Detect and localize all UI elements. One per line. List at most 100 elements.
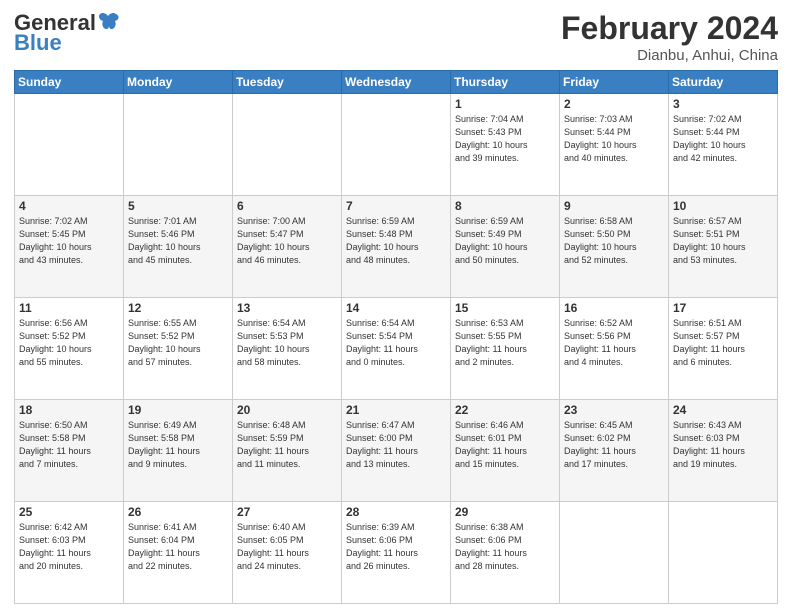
calendar-cell-2-2: 13 Sunrise: 6:54 AM Sunset: 5:53 PM Dayli…: [233, 298, 342, 400]
calendar-cell-1-5: 9 Sunrise: 6:58 AM Sunset: 5:50 PM Daylig…: [560, 196, 669, 298]
calendar-table: Sunday Monday Tuesday Wednesday Thursday…: [14, 70, 778, 604]
day-number: 10: [673, 199, 773, 213]
month-year: February 2024: [561, 10, 778, 47]
day-info: Sunrise: 6:54 AM Sunset: 5:53 PM Dayligh…: [237, 317, 337, 369]
day-info: Sunrise: 6:47 AM Sunset: 6:00 PM Dayligh…: [346, 419, 446, 471]
col-tuesday: Tuesday: [233, 71, 342, 94]
col-thursday: Thursday: [451, 71, 560, 94]
day-info: Sunrise: 7:02 AM Sunset: 5:45 PM Dayligh…: [19, 215, 119, 267]
calendar-cell-0-5: 2Sunrise: 7:03 AM Sunset: 5:44 PM Daylig…: [560, 94, 669, 196]
calendar-cell-4-2: 27 Sunrise: 6:40 AM Sunset: 6:05 PM Dayli…: [233, 502, 342, 604]
calendar-cell-2-4: 15 Sunrise: 6:53 AM Sunset: 5:55 PM Dayli…: [451, 298, 560, 400]
day-info: Sunrise: 6:52 AM Sunset: 5:56 PM Dayligh…: [564, 317, 664, 369]
day-number: 21: [346, 403, 446, 417]
day-number: 22: [455, 403, 555, 417]
day-info: Sunrise: 7:00 AM Sunset: 5:47 PM Dayligh…: [237, 215, 337, 267]
day-info: Sunrise: 6:58 AM Sunset: 5:50 PM Dayligh…: [564, 215, 664, 267]
calendar-cell-2-6: 17 Sunrise: 6:51 AM Sunset: 5:57 PM Dayli…: [669, 298, 778, 400]
day-info: Sunrise: 6:43 AM Sunset: 6:03 PM Dayligh…: [673, 419, 773, 471]
day-number: 16: [564, 301, 664, 315]
calendar-cell-1-1: 5Sunrise: 7:01 AM Sunset: 5:46 PM Daylig…: [124, 196, 233, 298]
calendar-cell-3-1: 19 Sunrise: 6:49 AM Sunset: 5:58 PM Dayli…: [124, 400, 233, 502]
calendar-cell-3-5: 23 Sunrise: 6:45 AM Sunset: 6:02 PM Dayli…: [560, 400, 669, 502]
day-info: Sunrise: 6:57 AM Sunset: 5:51 PM Dayligh…: [673, 215, 773, 267]
calendar-cell-3-3: 21 Sunrise: 6:47 AM Sunset: 6:00 PM Dayli…: [342, 400, 451, 502]
day-number: 4: [19, 199, 119, 213]
day-info: Sunrise: 6:46 AM Sunset: 6:01 PM Dayligh…: [455, 419, 555, 471]
day-info: Sunrise: 6:40 AM Sunset: 6:05 PM Dayligh…: [237, 521, 337, 573]
calendar-cell-0-1: [124, 94, 233, 196]
calendar-cell-2-1: 12Sunrise: 6:55 AM Sunset: 5:52 PM Dayli…: [124, 298, 233, 400]
calendar-header-row: Sunday Monday Tuesday Wednesday Thursday…: [15, 71, 778, 94]
day-number: 23: [564, 403, 664, 417]
day-info: Sunrise: 6:48 AM Sunset: 5:59 PM Dayligh…: [237, 419, 337, 471]
calendar-week-4: 25 Sunrise: 6:42 AM Sunset: 6:03 PM Dayli…: [15, 502, 778, 604]
day-info: Sunrise: 6:45 AM Sunset: 6:02 PM Dayligh…: [564, 419, 664, 471]
day-number: 9: [564, 199, 664, 213]
calendar-cell-4-4: 29 Sunrise: 6:38 AM Sunset: 6:06 PM Dayli…: [451, 502, 560, 604]
day-number: 19: [128, 403, 228, 417]
calendar-cell-0-3: [342, 94, 451, 196]
logo: General Blue: [14, 10, 120, 56]
day-number: 8: [455, 199, 555, 213]
day-info: Sunrise: 6:50 AM Sunset: 5:58 PM Dayligh…: [19, 419, 119, 471]
day-info: Sunrise: 6:53 AM Sunset: 5:55 PM Dayligh…: [455, 317, 555, 369]
day-number: 27: [237, 505, 337, 519]
day-number: 29: [455, 505, 555, 519]
day-number: 17: [673, 301, 773, 315]
day-number: 1: [455, 97, 555, 111]
calendar-cell-4-3: 28 Sunrise: 6:39 AM Sunset: 6:06 PM Dayli…: [342, 502, 451, 604]
day-info: Sunrise: 6:49 AM Sunset: 5:58 PM Dayligh…: [128, 419, 228, 471]
day-info: Sunrise: 6:51 AM Sunset: 5:57 PM Dayligh…: [673, 317, 773, 369]
day-number: 7: [346, 199, 446, 213]
calendar-cell-1-2: 6 Sunrise: 7:00 AM Sunset: 5:47 PM Daylig…: [233, 196, 342, 298]
header: General Blue February 2024 Dianbu, Anhui…: [14, 10, 778, 64]
page: General Blue February 2024 Dianbu, Anhui…: [0, 0, 792, 612]
title-block: February 2024 Dianbu, Anhui, China: [561, 10, 778, 64]
calendar-week-0: 1 Sunrise: 7:04 AM Sunset: 5:43 PM Daylig…: [15, 94, 778, 196]
day-info: Sunrise: 6:59 AM Sunset: 5:49 PM Dayligh…: [455, 215, 555, 267]
day-number: 26: [128, 505, 228, 519]
calendar-cell-1-6: 10 Sunrise: 6:57 AM Sunset: 5:51 PM Dayli…: [669, 196, 778, 298]
calendar-cell-4-5: [560, 502, 669, 604]
day-number: 15: [455, 301, 555, 315]
calendar-cell-0-0: [15, 94, 124, 196]
day-info: Sunrise: 6:39 AM Sunset: 6:06 PM Dayligh…: [346, 521, 446, 573]
day-info: Sunrise: 7:04 AM Sunset: 5:43 PM Dayligh…: [455, 113, 555, 165]
location: Dianbu, Anhui, China: [561, 47, 778, 64]
calendar-cell-2-3: 14Sunrise: 6:54 AM Sunset: 5:54 PM Dayli…: [342, 298, 451, 400]
logo-bird-icon: [98, 12, 120, 30]
calendar-cell-2-5: 16 Sunrise: 6:52 AM Sunset: 5:56 PM Dayli…: [560, 298, 669, 400]
calendar-cell-0-4: 1 Sunrise: 7:04 AM Sunset: 5:43 PM Daylig…: [451, 94, 560, 196]
calendar-cell-0-6: 3 Sunrise: 7:02 AM Sunset: 5:44 PM Daylig…: [669, 94, 778, 196]
day-info: Sunrise: 7:01 AM Sunset: 5:46 PM Dayligh…: [128, 215, 228, 267]
calendar-cell-3-6: 24 Sunrise: 6:43 AM Sunset: 6:03 PM Dayli…: [669, 400, 778, 502]
day-info: Sunrise: 7:02 AM Sunset: 5:44 PM Dayligh…: [673, 113, 773, 165]
day-number: 28: [346, 505, 446, 519]
day-number: 18: [19, 403, 119, 417]
calendar-week-1: 4 Sunrise: 7:02 AM Sunset: 5:45 PM Daylig…: [15, 196, 778, 298]
day-info: Sunrise: 6:54 AM Sunset: 5:54 PM Dayligh…: [346, 317, 446, 369]
calendar-cell-2-0: 11Sunrise: 6:56 AM Sunset: 5:52 PM Dayli…: [15, 298, 124, 400]
day-number: 3: [673, 97, 773, 111]
logo-blue-text: Blue: [14, 30, 62, 56]
day-info: Sunrise: 6:38 AM Sunset: 6:06 PM Dayligh…: [455, 521, 555, 573]
calendar-week-2: 11Sunrise: 6:56 AM Sunset: 5:52 PM Dayli…: [15, 298, 778, 400]
day-info: Sunrise: 7:03 AM Sunset: 5:44 PM Dayligh…: [564, 113, 664, 165]
col-saturday: Saturday: [669, 71, 778, 94]
calendar-cell-4-1: 26Sunrise: 6:41 AM Sunset: 6:04 PM Dayli…: [124, 502, 233, 604]
calendar-cell-4-6: [669, 502, 778, 604]
day-info: Sunrise: 6:59 AM Sunset: 5:48 PM Dayligh…: [346, 215, 446, 267]
col-wednesday: Wednesday: [342, 71, 451, 94]
calendar-cell-0-2: [233, 94, 342, 196]
day-number: 13: [237, 301, 337, 315]
calendar-cell-1-0: 4 Sunrise: 7:02 AM Sunset: 5:45 PM Daylig…: [15, 196, 124, 298]
col-sunday: Sunday: [15, 71, 124, 94]
day-number: 24: [673, 403, 773, 417]
calendar-cell-3-0: 18 Sunrise: 6:50 AM Sunset: 5:58 PM Dayli…: [15, 400, 124, 502]
day-number: 6: [237, 199, 337, 213]
calendar-cell-1-4: 8 Sunrise: 6:59 AM Sunset: 5:49 PM Daylig…: [451, 196, 560, 298]
calendar-cell-3-4: 22 Sunrise: 6:46 AM Sunset: 6:01 PM Dayli…: [451, 400, 560, 502]
day-number: 25: [19, 505, 119, 519]
day-info: Sunrise: 6:42 AM Sunset: 6:03 PM Dayligh…: [19, 521, 119, 573]
